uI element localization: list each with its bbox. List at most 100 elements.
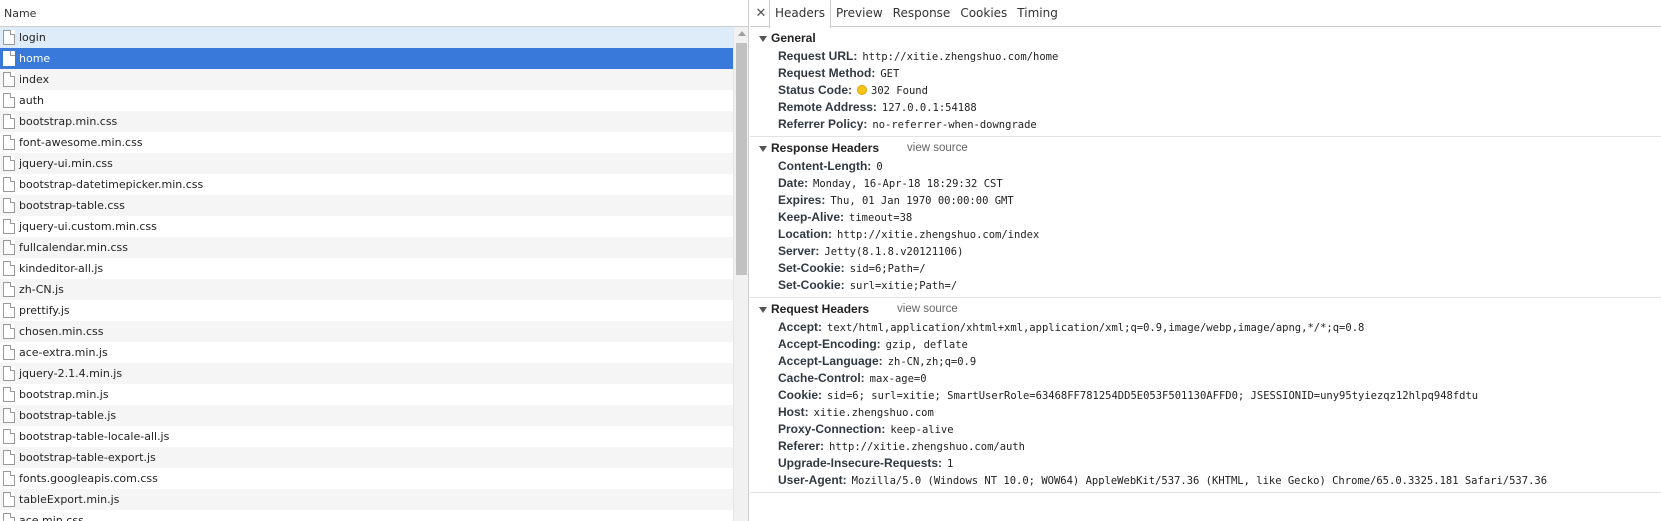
request-row[interactable]: auth xyxy=(0,90,733,111)
request-list-scrollbar[interactable] xyxy=(733,27,748,521)
request-row[interactable]: bootstrap-table-export.js xyxy=(0,447,733,468)
request-name: index xyxy=(19,73,50,86)
request-row[interactable]: bootstrap-table.css xyxy=(0,195,733,216)
header-row: Request Method: GET xyxy=(750,65,1661,82)
request-name: ace.min.css xyxy=(19,514,84,521)
section-request-headers: Request Headers view source Accept: text/ht… xyxy=(750,300,1661,493)
request-row[interactable]: zh-CN.js xyxy=(0,279,733,300)
request-row[interactable]: fonts.googleapis.com.css xyxy=(0,468,733,489)
request-name: bootstrap.min.js xyxy=(19,388,109,401)
section-header-response-headers[interactable]: Response Headers view source xyxy=(750,139,1661,158)
header-name: Accept: xyxy=(778,320,823,334)
header-name: Set-Cookie: xyxy=(778,278,845,292)
request-row[interactable]: index xyxy=(0,69,733,90)
header-value: zh-CN,zh;q=0.9 xyxy=(887,356,977,368)
header-row: Accept: text/html,application/xhtml+xml,a… xyxy=(750,319,1661,336)
request-row[interactable]: chosen.min.css xyxy=(0,321,733,342)
header-name: Cookie: xyxy=(778,388,823,402)
header-row: Referer: http://xitie.zhengshuo.com/auth xyxy=(750,438,1661,455)
request-row[interactable]: bootstrap.min.js xyxy=(0,384,733,405)
document-icon xyxy=(3,471,15,486)
request-row[interactable]: jquery-ui.custom.min.css xyxy=(0,216,733,237)
tab-headers[interactable]: Headers xyxy=(769,0,831,28)
header-name: Referer: xyxy=(778,439,825,453)
header-name: Keep-Alive: xyxy=(778,210,845,224)
header-value: max-age=0 xyxy=(869,373,927,385)
request-row[interactable]: login xyxy=(0,27,733,48)
header-name: Server: xyxy=(778,244,820,258)
scroll-up-arrow-icon[interactable] xyxy=(738,31,746,36)
name-column-header[interactable]: Name xyxy=(0,0,748,27)
request-name: font-awesome.min.css xyxy=(19,136,143,149)
document-icon xyxy=(3,366,15,381)
document-icon xyxy=(3,450,15,465)
header-value: Monday, 16-Apr-18 18:29:32 CST xyxy=(813,178,1003,190)
header-row: Keep-Alive: timeout=38 xyxy=(750,209,1661,226)
scrollbar-thumb[interactable] xyxy=(736,43,747,275)
tab-timing[interactable]: Timing xyxy=(1012,0,1063,26)
tab-preview[interactable]: Preview xyxy=(831,0,888,26)
tab-cookies[interactable]: Cookies xyxy=(955,0,1012,26)
document-icon xyxy=(3,513,15,521)
header-name: Status Code: xyxy=(778,83,853,97)
request-name: fullcalendar.min.css xyxy=(19,241,129,254)
expand-triangle-icon[interactable] xyxy=(759,306,767,313)
document-icon xyxy=(3,51,15,66)
request-name: chosen.min.css xyxy=(19,325,104,338)
request-name: home xyxy=(19,52,51,65)
section-header-general[interactable]: General xyxy=(750,29,1661,48)
section-general: General Request URL: http://xitie.zhengshu… xyxy=(750,29,1661,137)
document-icon xyxy=(3,240,15,255)
document-icon xyxy=(3,429,15,444)
section-header-request-headers[interactable]: Request Headers view source xyxy=(750,300,1661,319)
request-row[interactable]: tableExport.min.js xyxy=(0,489,733,510)
request-row[interactable]: bootstrap-datetimepicker.min.css xyxy=(0,174,733,195)
request-name: bootstrap-table-export.js xyxy=(19,451,156,464)
header-name: Request URL: xyxy=(778,49,858,63)
document-icon xyxy=(3,387,15,402)
header-row: Remote Address: 127.0.0.1:54188 xyxy=(750,99,1661,116)
close-icon[interactable]: ✕ xyxy=(753,0,769,26)
expand-triangle-icon[interactable] xyxy=(759,35,767,42)
request-name: tableExport.min.js xyxy=(19,493,120,506)
header-row: Cache-Control: max-age=0 xyxy=(750,370,1661,387)
view-source-link[interactable]: view source xyxy=(897,300,958,319)
header-value: 127.0.0.1:54188 xyxy=(881,102,977,114)
document-icon xyxy=(3,114,15,129)
request-row[interactable]: fullcalendar.min.css xyxy=(0,237,733,258)
request-name: kindeditor-all.js xyxy=(19,262,104,275)
header-name: Host: xyxy=(778,405,809,419)
request-row[interactable]: bootstrap.min.css xyxy=(0,111,733,132)
tab-response[interactable]: Response xyxy=(888,0,956,26)
request-row[interactable]: jquery-2.1.4.min.js xyxy=(0,363,733,384)
request-list: login home index auth bootstrap.min.css font-… xyxy=(0,27,733,521)
request-row[interactable]: ace.min.css xyxy=(0,510,733,521)
view-source-link[interactable]: view source xyxy=(907,139,968,158)
header-row: User-Agent: Mozilla/5.0 (Windows NT 10.0;… xyxy=(750,472,1661,489)
request-name: fonts.googleapis.com.css xyxy=(19,472,158,485)
request-row[interactable]: prettify.js xyxy=(0,300,733,321)
request-row[interactable]: font-awesome.min.css xyxy=(0,132,733,153)
section-title: Request Headers xyxy=(771,302,870,316)
request-name: jquery-ui.min.css xyxy=(19,157,113,170)
request-row[interactable]: home xyxy=(0,48,733,69)
header-row: Accept-Language: zh-CN,zh;q=0.9 xyxy=(750,353,1661,370)
header-value: keep-alive xyxy=(890,424,954,436)
status-indicator-icon xyxy=(857,85,868,95)
request-row[interactable]: kindeditor-all.js xyxy=(0,258,733,279)
request-row[interactable]: jquery-ui.min.css xyxy=(0,153,733,174)
document-icon xyxy=(3,282,15,297)
detail-tab-bar: ✕ Headers Preview Response Cookies Timing xyxy=(750,0,1661,28)
request-row[interactable]: bootstrap-table.js xyxy=(0,405,733,426)
header-name: Accept-Encoding: xyxy=(778,337,881,351)
expand-triangle-icon[interactable] xyxy=(759,145,767,152)
request-name: prettify.js xyxy=(19,304,70,317)
request-name: bootstrap.min.css xyxy=(19,115,118,128)
document-icon xyxy=(3,324,15,339)
request-name: bootstrap-table-locale-all.js xyxy=(19,430,170,443)
header-value: Thu, 01 Jan 1970 00:00:00 GMT xyxy=(830,195,1014,207)
header-name: Set-Cookie: xyxy=(778,261,845,275)
document-icon xyxy=(3,345,15,360)
request-row[interactable]: bootstrap-table-locale-all.js xyxy=(0,426,733,447)
request-row[interactable]: ace-extra.min.js xyxy=(0,342,733,363)
